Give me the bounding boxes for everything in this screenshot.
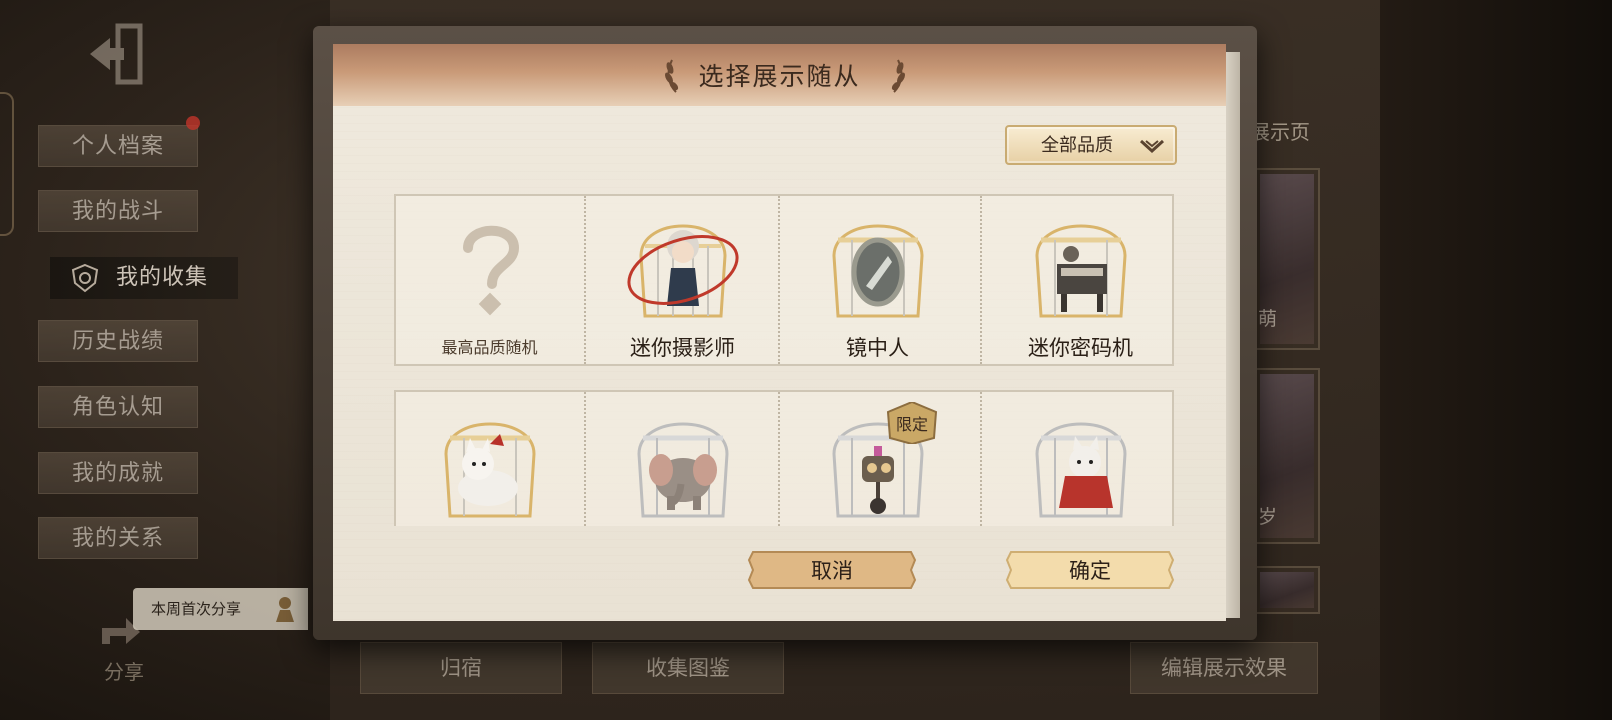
chevron-down-icon xyxy=(1139,139,1165,154)
notification-dot xyxy=(186,116,200,130)
question-mark-icon xyxy=(462,225,519,316)
photographer-doll-icon xyxy=(626,224,739,318)
confirm-button-label: 确定 xyxy=(1069,559,1111,583)
quality-filter-dropdown[interactable]: 全部品质 xyxy=(1005,125,1177,165)
cipher-machine-icon xyxy=(1034,224,1127,318)
sidebar-item-history[interactable]: 历史战绩 xyxy=(38,320,198,362)
gift-icon xyxy=(276,597,294,622)
companion-mirror-man[interactable]: 镜中人 xyxy=(780,196,975,364)
right-card-3[interactable] xyxy=(1254,566,1320,614)
companion-red-cat[interactable] xyxy=(983,392,1178,524)
exit-icon[interactable] xyxy=(84,18,156,90)
elephant-icon xyxy=(636,422,729,518)
companion-robot[interactable] xyxy=(780,392,975,524)
companion-name: 迷你密码机 xyxy=(1028,336,1133,360)
companion-name: 最高品质随机 xyxy=(441,338,538,357)
quality-filter-value: 全部品质 xyxy=(1041,135,1113,156)
modal-page-edge xyxy=(1226,52,1240,618)
companion-random-best[interactable]: 最高品质随机 xyxy=(392,196,587,364)
sidebar-item-relations[interactable]: 我的关系 xyxy=(38,517,198,559)
background-right-strip xyxy=(1380,0,1612,720)
laurel-right-icon xyxy=(891,59,905,93)
edit-display-button[interactable]: 编辑展示效果 xyxy=(1130,642,1318,694)
companion-elephant[interactable] xyxy=(585,392,780,524)
sidebar-item-profile[interactable]: 个人档案 xyxy=(38,125,198,167)
companion-mini-cipher-machine[interactable]: 迷你密码机 xyxy=(983,196,1178,364)
shield-icon xyxy=(71,263,99,293)
right-card-label-1: 萌 xyxy=(1258,308,1278,330)
red-cat-icon xyxy=(1034,422,1127,518)
white-fox-icon xyxy=(443,422,536,518)
companion-name: 镜中人 xyxy=(846,336,909,360)
mirror-icon xyxy=(831,224,924,318)
share-tooltip-text: 本周首次分享 xyxy=(151,600,242,618)
sidebar-item-collection[interactable]: 我的收集 xyxy=(50,257,238,299)
tab-collection-guide[interactable]: 收集图鉴 xyxy=(592,642,784,694)
sidebar-item-label: 我的收集 xyxy=(116,265,209,290)
sidebar-item-role-cognition[interactable]: 角色认知 xyxy=(38,386,198,428)
confirm-button[interactable]: 确定 xyxy=(1003,548,1177,592)
limited-badge: 限定 xyxy=(886,402,938,444)
share-tooltip[interactable]: 本周首次分享 xyxy=(133,588,308,630)
cancel-button-label: 取消 xyxy=(811,559,853,583)
companion-white-fox[interactable] xyxy=(392,392,587,524)
sidebar-item-battles[interactable]: 我的战斗 xyxy=(38,190,198,232)
right-panel-title: 展示页 xyxy=(1250,120,1310,144)
right-card-label-2: 岁 xyxy=(1258,506,1278,528)
limited-badge-text: 限定 xyxy=(896,415,928,434)
modal-title: 选择展示随从 xyxy=(698,62,861,91)
sidebar-item-achievements[interactable]: 我的成就 xyxy=(38,452,198,494)
side-drawer-handle[interactable] xyxy=(0,92,14,236)
tab-home[interactable]: 归宿 xyxy=(360,642,562,694)
companion-name: 迷你摄影师 xyxy=(630,336,735,360)
cancel-button[interactable]: 取消 xyxy=(745,548,919,592)
share-label[interactable]: 分享 xyxy=(104,656,144,685)
companion-mini-photographer[interactable]: 迷你摄影师 xyxy=(585,196,780,364)
